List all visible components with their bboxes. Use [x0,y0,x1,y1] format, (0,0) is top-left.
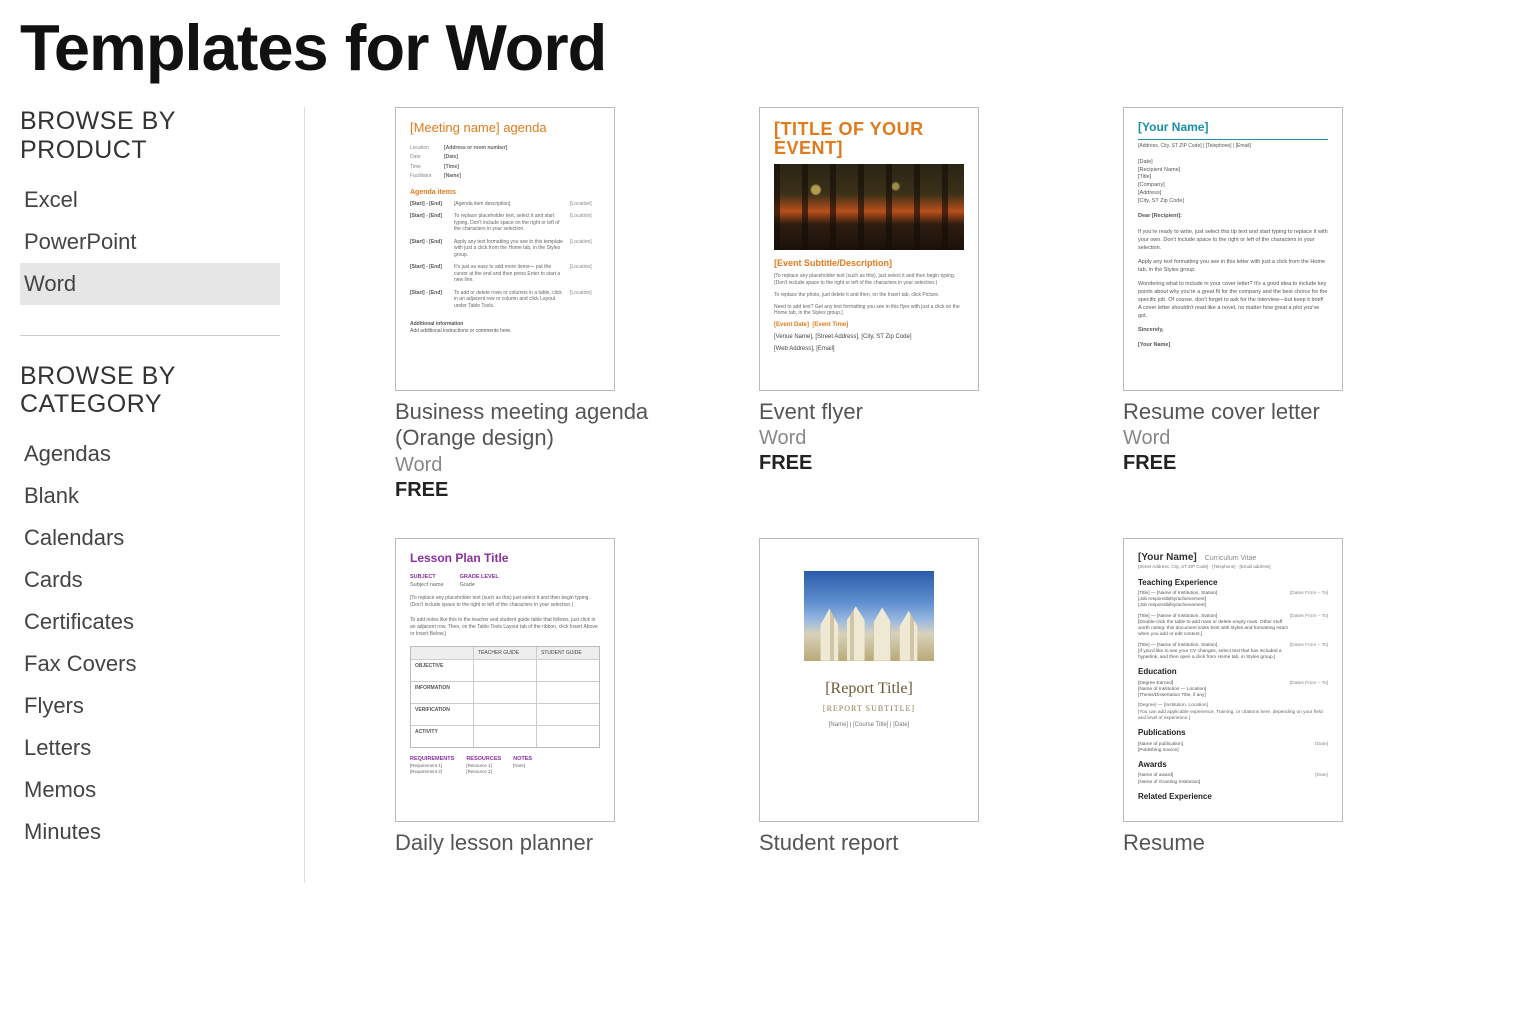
template-product: Word [1123,427,1423,450]
template-product: Word [759,427,1059,450]
category-item[interactable]: Cards [20,559,280,601]
template-thumbnail: [Report Title] [REPORT SUBTITLE] [Name] … [759,538,979,822]
product-list: Excel PowerPoint Word [20,179,280,305]
template-card-lesson-planner[interactable]: Lesson Plan Title SUBJECTSubject nameGRA… [395,538,695,856]
template-title: Business meeting agenda (Orange design) [395,399,695,452]
template-card-resume[interactable]: [Your Name] Curriculum Vitae [Street Add… [1123,538,1423,856]
browse-by-category-heading: BROWSE BY CATEGORY [20,362,280,420]
template-price: FREE [759,452,1059,475]
product-item-excel[interactable]: Excel [20,179,280,221]
template-thumbnail: [TITLE OF YOUR EVENT] [Event Subtitle/De… [759,107,979,391]
main-content: [Meeting name] agenda Location[Address o… [305,107,1516,856]
template-title: Student report [759,830,1059,856]
thumb-heading: [Meeting name] agenda [410,120,600,137]
template-thumbnail: [Meeting name] agenda Location[Address o… [395,107,615,391]
category-item[interactable]: Memos [20,769,280,811]
category-item[interactable]: Blank [20,475,280,517]
product-item-powerpoint[interactable]: PowerPoint [20,221,280,263]
browse-by-product: BROWSE BY PRODUCT Excel PowerPoint Word [20,107,280,305]
layout: BROWSE BY PRODUCT Excel PowerPoint Word … [20,107,1516,883]
sidebar-divider [20,335,280,336]
report-photo [804,571,934,661]
category-item[interactable]: Agendas [20,433,280,475]
category-item[interactable]: Letters [20,727,280,769]
category-item[interactable]: Flyers [20,685,280,727]
template-title: Event flyer [759,399,1059,425]
browse-by-product-heading: BROWSE BY PRODUCT [20,107,280,165]
template-title: Resume [1123,830,1423,856]
category-item[interactable]: Certificates [20,601,280,643]
template-product: Word [395,454,695,477]
category-item[interactable]: Minutes [20,811,280,853]
template-price: FREE [1123,452,1423,475]
template-thumbnail: [Your Name] [Address, City, ST ZIP Code]… [1123,107,1343,391]
category-item[interactable]: Fax Covers [20,643,280,685]
template-thumbnail: [Your Name] Curriculum Vitae [Street Add… [1123,538,1343,822]
template-title: Resume cover letter [1123,399,1423,425]
template-card-agenda[interactable]: [Meeting name] agenda Location[Address o… [395,107,695,502]
template-card-event-flyer[interactable]: [TITLE OF YOUR EVENT] [Event Subtitle/De… [759,107,1059,502]
category-list: Agendas Blank Calendars Cards Certificat… [20,433,280,853]
browse-by-category: BROWSE BY CATEGORY Agendas Blank Calenda… [20,362,280,854]
sidebar: BROWSE BY PRODUCT Excel PowerPoint Word … [20,107,305,883]
template-card-student-report[interactable]: [Report Title] [REPORT SUBTITLE] [Name] … [759,538,1059,856]
flyer-photo [774,164,964,250]
template-title: Daily lesson planner [395,830,695,856]
template-grid: [Meeting name] agenda Location[Address o… [395,107,1516,856]
template-price: FREE [395,479,695,502]
template-card-cover-letter[interactable]: [Your Name] [Address, City, ST ZIP Code]… [1123,107,1423,502]
template-thumbnail: Lesson Plan Title SUBJECTSubject nameGRA… [395,538,615,822]
product-item-word[interactable]: Word [20,263,280,305]
category-item[interactable]: Calendars [20,517,280,559]
page-title: Templates for Word [20,10,1516,85]
